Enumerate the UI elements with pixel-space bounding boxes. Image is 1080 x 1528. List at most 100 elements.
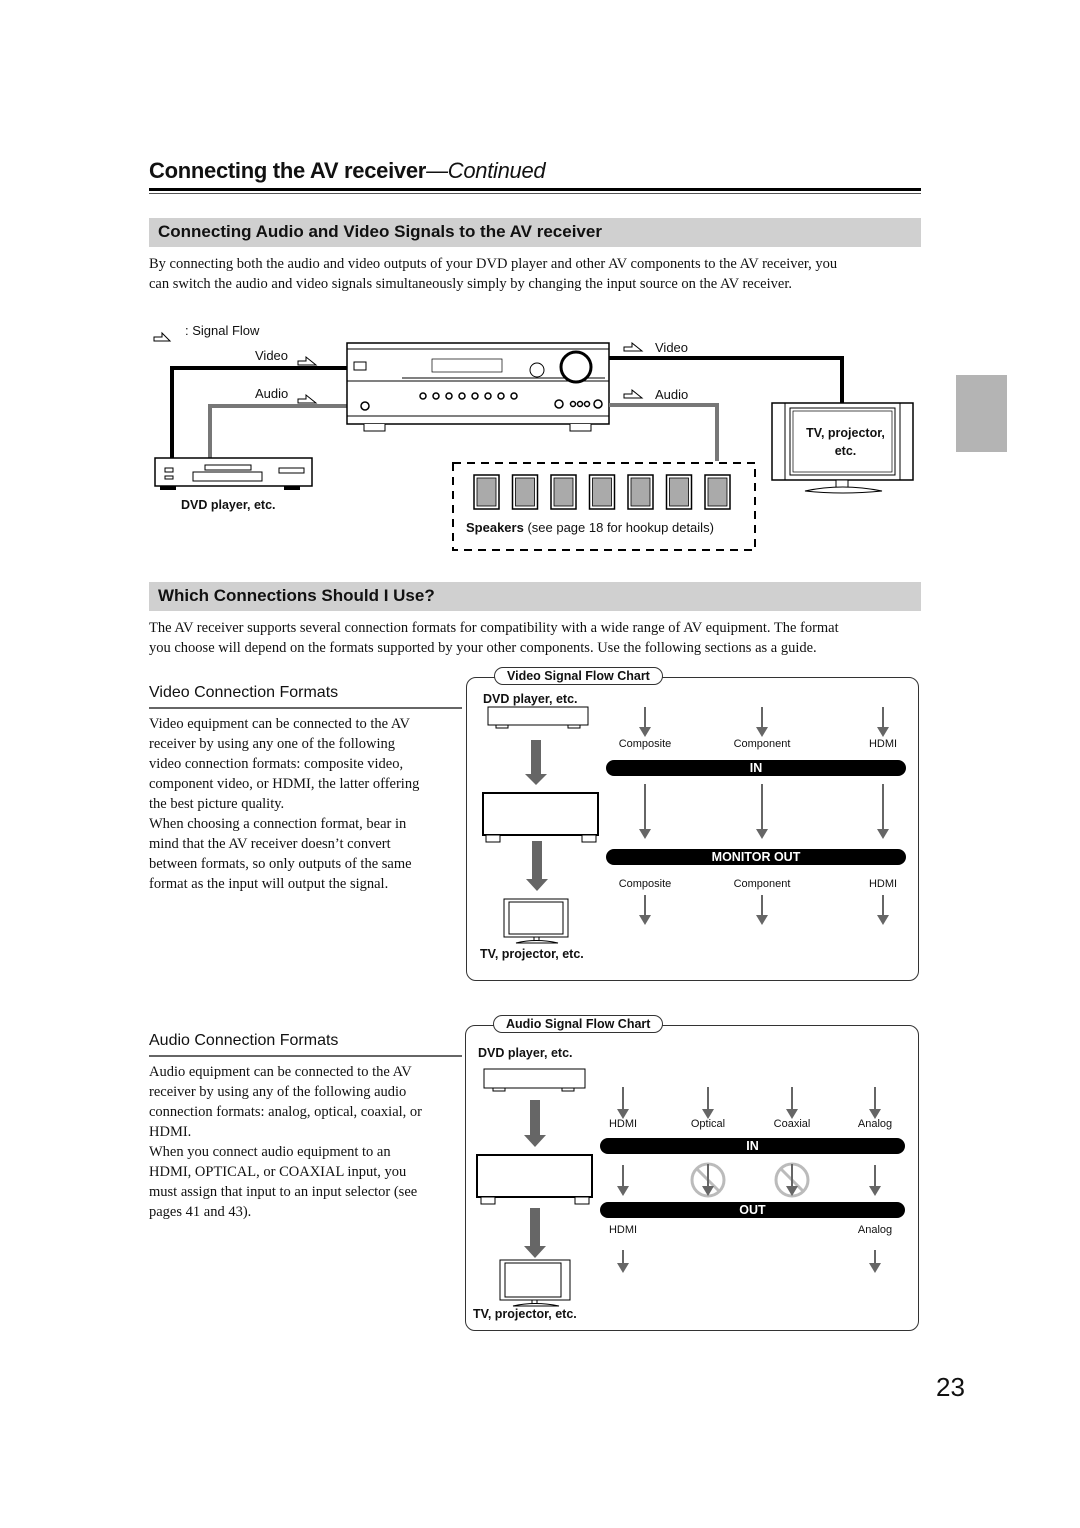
output-label: Composite [618, 878, 672, 890]
text-line: must assign that input to an input selec… [149, 1184, 418, 1200]
video-in-label: Video [255, 348, 289, 363]
dvd-player-drawing [154, 457, 313, 490]
text-line: pages 41 and 43). [149, 1204, 252, 1220]
section1-intro: By connecting both the audio and video o… [149, 254, 929, 294]
subheading-rule [149, 707, 462, 709]
speakers-label: Speakers [466, 520, 524, 535]
output-label: Analog [857, 1224, 893, 1236]
text-line: mind that the AV receiver doesn’t conver… [149, 836, 391, 852]
signal-flow-icon [297, 355, 318, 366]
audio-formats-heading: Audio Connection Formats [149, 1032, 339, 1049]
audio-formats-text: Audio equipment can be connected to the … [149, 1062, 469, 1222]
pass-arrow [869, 1165, 881, 1196]
intro-line: can switch the audio and video signals s… [149, 276, 792, 292]
speaker-icon [665, 474, 693, 510]
audio-cable-out [609, 403, 719, 461]
intro-line: By connecting both the audio and video o… [149, 256, 838, 272]
text-line: HDMI, OPTICAL, or COAXIAL input, you [149, 1164, 407, 1180]
speaker-group [473, 474, 731, 510]
page-number: 23 [936, 1372, 965, 1402]
intro-line: you choose will depend on the formats su… [149, 640, 817, 656]
pass-arrow [639, 784, 651, 839]
signal-flow-icon [153, 331, 172, 342]
page-title: Connecting the AV receiver—Continued [149, 158, 546, 184]
chapter-tab [956, 375, 1007, 452]
signal-flow-icon [297, 393, 318, 404]
subheading-rule [149, 1055, 462, 1057]
input-arrow [756, 707, 768, 737]
output-arrow [756, 895, 768, 925]
video-out-label: Video [655, 340, 689, 355]
video-cable-out [609, 356, 844, 403]
page-title-suffix: —Continued [426, 158, 546, 183]
speaker-icon [704, 474, 731, 510]
header-rule-thin [149, 193, 921, 194]
speakers-note: (see page 18 for hookup details) [523, 520, 714, 535]
speaker-icon [473, 474, 500, 510]
tv-label-line: etc. [834, 444, 857, 458]
text-line: When you connect audio equipment to an [149, 1144, 391, 1160]
section-heading: Which Connections Should I Use? [158, 586, 435, 605]
speaker-icon [511, 474, 539, 510]
output-label: HDMI [868, 878, 898, 890]
output-arrow [877, 895, 889, 925]
blocked-arrow [702, 1164, 714, 1196]
input-label: Optical [690, 1118, 726, 1130]
input-arrow [877, 707, 889, 737]
tv-label: TV, projector, etc. [790, 424, 901, 460]
video-formats-heading: Video Connection Formats [149, 684, 339, 701]
section-heading-bar: Connecting Audio and Video Signals to th… [149, 218, 921, 247]
text-line: receiver by using any of the following a… [149, 1084, 407, 1100]
section-heading-bar: Which Connections Should I Use? [149, 582, 921, 611]
input-arrow [702, 1087, 714, 1119]
input-label: Coaxial [773, 1118, 811, 1130]
text-line: Video equipment can be connected to the … [149, 716, 410, 732]
output-label: Component [733, 878, 791, 890]
audio-arrows [617, 1087, 881, 1273]
av-receiver-drawing [346, 342, 610, 432]
text-line: video connection formats: composite vide… [149, 756, 404, 772]
signal-flow-icon [623, 388, 644, 399]
pass-arrow [756, 784, 768, 839]
input-label: HDMI [868, 738, 898, 750]
output-label: HDMI [608, 1224, 638, 1236]
text-line: the best picture quality. [149, 796, 285, 812]
output-arrow [639, 895, 651, 925]
audio-in-label: Audio [255, 386, 289, 401]
input-label: Analog [857, 1118, 893, 1130]
pass-arrow [617, 1165, 629, 1196]
text-line: connection formats: analog, optical, coa… [149, 1104, 422, 1120]
input-label: Composite [618, 738, 672, 750]
speakers-caption: Speakers (see page 18 for hookup details… [466, 520, 714, 535]
text-line: receiver by using any one of the followi… [149, 736, 396, 752]
input-label: HDMI [608, 1118, 638, 1130]
section2-intro: The AV receiver supports several connect… [149, 618, 929, 658]
speaker-icon [627, 474, 654, 510]
dvd-player-label: DVD player, etc. [181, 498, 276, 512]
video-formats-text: Video equipment can be connected to the … [149, 714, 469, 894]
output-arrow [617, 1250, 629, 1273]
tv-label-line: TV, projector, [806, 426, 885, 440]
video-chart-graphics [482, 706, 889, 944]
speaker-icon [588, 474, 616, 510]
signal-flow-icon [623, 341, 644, 352]
text-line: When choosing a connection format, bear … [149, 816, 407, 832]
section-heading: Connecting Audio and Video Signals to th… [158, 222, 602, 241]
legend-label: : Signal Flow [185, 323, 260, 338]
text-line: component video, or HDMI, the latter off… [149, 776, 420, 792]
header-rule [149, 188, 921, 191]
page-title-main: Connecting the AV receiver [149, 158, 427, 183]
input-arrow [869, 1087, 881, 1119]
input-arrow [639, 707, 651, 737]
intro-line: The AV receiver supports several connect… [149, 620, 839, 636]
input-arrow [786, 1087, 798, 1119]
blocked-arrow [786, 1164, 798, 1196]
text-line: between formats, so only outputs of the … [149, 856, 412, 872]
audio-out-label: Audio [655, 387, 689, 402]
audio-chart-graphics [476, 1068, 881, 1307]
text-line: HDMI. [149, 1124, 192, 1140]
pass-arrow [877, 784, 889, 839]
text-line: Audio equipment can be connected to the … [149, 1064, 412, 1080]
speaker-icon [550, 474, 577, 510]
input-label: Component [733, 738, 791, 750]
